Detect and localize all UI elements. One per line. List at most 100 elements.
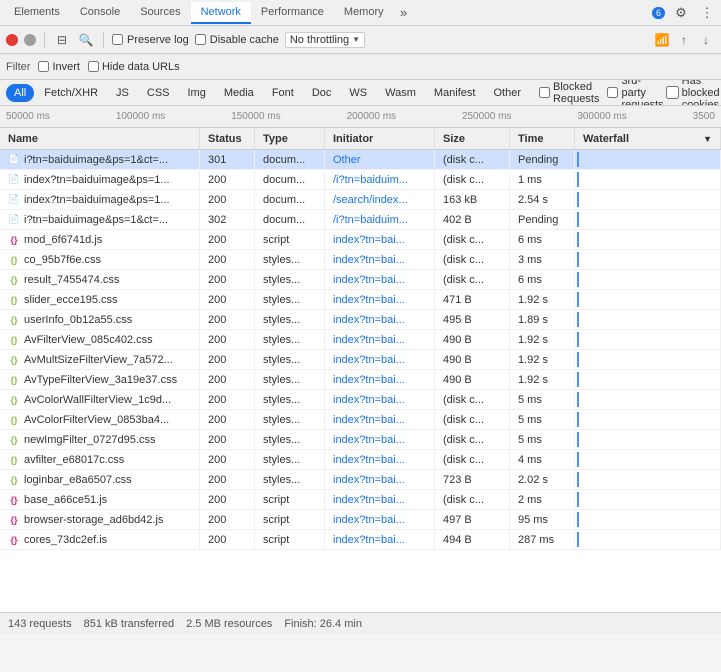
hide-data-urls-checkbox[interactable] [88, 61, 99, 72]
table-row[interactable]: 📄 index?tn=baiduimage&ps=1... 200 docum.… [0, 190, 721, 210]
cell-initiator[interactable]: index?tn=bai... [325, 270, 435, 289]
cell-initiator[interactable]: index?tn=bai... [325, 350, 435, 369]
type-btn-doc[interactable]: Doc [304, 84, 340, 102]
cell-name: {} AvColorWallFilterView_1c9d... [0, 390, 200, 409]
disable-cache-label[interactable]: Disable cache [195, 34, 279, 46]
th-size[interactable]: Size [435, 128, 510, 149]
clear-button[interactable] [24, 34, 36, 46]
cell-initiator[interactable]: index?tn=bai... [325, 510, 435, 529]
scale-200k: 200000 ms [347, 111, 396, 122]
table-row[interactable]: 📄 index?tn=baiduimage&ps=1... 200 docum.… [0, 170, 721, 190]
cell-initiator[interactable]: index?tn=bai... [325, 330, 435, 349]
tab-network[interactable]: Network [191, 2, 251, 24]
has-blocked-cookies-checkbox[interactable] [666, 86, 679, 99]
disable-cache-checkbox[interactable] [195, 34, 206, 45]
preserve-log-checkbox[interactable] [112, 34, 123, 45]
th-time[interactable]: Time [510, 128, 575, 149]
table-row[interactable]: {} result_7455474.css 200 styles... inde… [0, 270, 721, 290]
cell-initiator[interactable]: index?tn=bai... [325, 390, 435, 409]
type-btn-font[interactable]: Font [264, 84, 302, 102]
cell-waterfall [575, 490, 721, 509]
type-btn-css[interactable]: CSS [139, 84, 178, 102]
type-btn-img[interactable]: Img [180, 84, 214, 102]
tab-performance[interactable]: Performance [251, 2, 334, 24]
invert-checkbox[interactable] [38, 61, 49, 72]
blocked-requests-checkbox[interactable] [539, 87, 550, 98]
type-btn-fetch-xhr[interactable]: Fetch/XHR [36, 84, 106, 102]
preserve-log-label[interactable]: Preserve log [112, 34, 189, 46]
type-btn-all[interactable]: All [6, 84, 34, 102]
table-row[interactable]: 📄 i?tn=baiduimage&ps=1&ct=... 302 docum.… [0, 210, 721, 230]
table-row[interactable]: 📄 i?tn=baiduimage&ps=1&ct=... 301 docum.… [0, 150, 721, 170]
th-type[interactable]: Type [255, 128, 325, 149]
cell-initiator[interactable]: Other [325, 150, 435, 169]
cell-initiator[interactable]: index?tn=bai... [325, 250, 435, 269]
has-blocked-cookies-label[interactable]: Has blocked cookies [666, 80, 720, 106]
cell-waterfall [575, 330, 721, 349]
table-row[interactable]: {} newImgFilter_0727d95.css 200 styles..… [0, 430, 721, 450]
cell-initiator[interactable]: /i?tn=baiduim... [325, 210, 435, 229]
filter-icon[interactable]: ⊟ [53, 31, 71, 49]
throttle-select[interactable]: No throttling ▼ [285, 32, 365, 48]
table-row[interactable]: {} AvColorWallFilterView_1c9d... 200 sty… [0, 390, 721, 410]
table-row[interactable]: {} browser-storage_ad6bd42.js 200 script… [0, 510, 721, 530]
table-row[interactable]: {} avfilter_e68017c.css 200 styles... in… [0, 450, 721, 470]
cell-initiator[interactable]: index?tn=bai... [325, 450, 435, 469]
table-row[interactable]: {} AvColorFilterView_0853ba4... 200 styl… [0, 410, 721, 430]
cell-waterfall [575, 370, 721, 389]
tab-elements[interactable]: Elements [4, 2, 70, 24]
th-status[interactable]: Status [200, 128, 255, 149]
cell-type: docum... [255, 170, 325, 189]
type-btn-media[interactable]: Media [216, 84, 262, 102]
tab-console[interactable]: Console [70, 2, 130, 24]
table-row[interactable]: {} cores_73dc2ef.is 200 script index?tn=… [0, 530, 721, 550]
cell-initiator[interactable]: index?tn=bai... [325, 290, 435, 309]
tab-memory[interactable]: Memory [334, 2, 394, 24]
upload-icon[interactable]: ↑ [675, 31, 693, 49]
cell-initiator[interactable]: /i?tn=baiduim... [325, 170, 435, 189]
table-row[interactable]: {} base_a66ce51.js 200 script index?tn=b… [0, 490, 721, 510]
cell-initiator[interactable]: index?tn=bai... [325, 310, 435, 329]
tab-sources[interactable]: Sources [130, 2, 190, 24]
cell-status: 200 [200, 390, 255, 409]
record-button[interactable] [6, 34, 18, 46]
settings-icon[interactable]: ⚙ [671, 3, 691, 23]
invert-label[interactable]: Invert [38, 61, 80, 73]
third-party-label[interactable]: 3rd-party requests [607, 80, 663, 106]
th-initiator[interactable]: Initiator [325, 128, 435, 149]
table-row[interactable]: {} co_95b7f6e.css 200 styles... index?tn… [0, 250, 721, 270]
table-row[interactable]: {} loginbar_e8a6507.css 200 styles... in… [0, 470, 721, 490]
more-tabs-btn[interactable]: » [394, 3, 414, 23]
table-row[interactable]: {} mod_6f6741d.js 200 script index?tn=ba… [0, 230, 721, 250]
cell-initiator[interactable]: index?tn=bai... [325, 470, 435, 489]
more-options-icon[interactable]: ⋮ [697, 3, 717, 23]
cell-type: script [255, 490, 325, 509]
type-btn-manifest[interactable]: Manifest [426, 84, 484, 102]
cell-initiator[interactable]: index?tn=bai... [325, 490, 435, 509]
table-row[interactable]: {} userInfo_0b12a55.css 200 styles... in… [0, 310, 721, 330]
type-btn-js[interactable]: JS [108, 84, 137, 102]
cell-initiator[interactable]: /search/index... [325, 190, 435, 209]
download-icon[interactable]: ↓ [697, 31, 715, 49]
cell-initiator[interactable]: index?tn=bai... [325, 430, 435, 449]
type-btn-ws[interactable]: WS [341, 84, 375, 102]
cell-initiator[interactable]: index?tn=bai... [325, 530, 435, 549]
cell-initiator[interactable]: index?tn=bai... [325, 230, 435, 249]
third-party-checkbox[interactable] [607, 87, 618, 98]
table-row[interactable]: {} AvMultSizeFilterView_7a572... 200 sty… [0, 350, 721, 370]
online-icon[interactable]: 📶 [653, 31, 671, 49]
search-icon[interactable]: 🔍 [77, 31, 95, 49]
cell-time: 1.92 s [510, 330, 575, 349]
blocked-requests-label[interactable]: Blocked Requests [539, 81, 599, 105]
type-btn-other[interactable]: Other [485, 84, 529, 102]
type-btn-wasm[interactable]: Wasm [377, 84, 424, 102]
table-row[interactable]: {} AvTypeFilterView_3a19e37.css 200 styl… [0, 370, 721, 390]
cell-initiator[interactable]: index?tn=bai... [325, 410, 435, 429]
th-name[interactable]: Name [0, 128, 200, 149]
table-row[interactable]: {} AvFilterView_085c402.css 200 styles..… [0, 330, 721, 350]
hide-data-urls-label[interactable]: Hide data URLs [88, 61, 180, 73]
cell-status: 200 [200, 510, 255, 529]
cell-initiator[interactable]: index?tn=bai... [325, 370, 435, 389]
table-row[interactable]: {} slider_ecce195.css 200 styles... inde… [0, 290, 721, 310]
th-waterfall[interactable]: Waterfall ▼ [575, 128, 721, 149]
